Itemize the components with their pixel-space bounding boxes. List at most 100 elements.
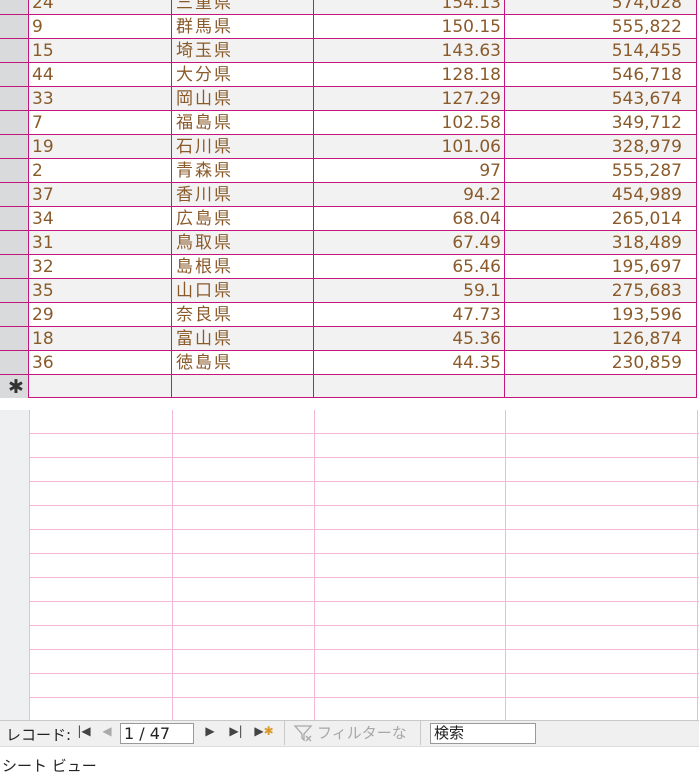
area-cell[interactable]: 150.15 xyxy=(314,15,505,38)
population-cell[interactable]: 193,596 xyxy=(505,303,697,326)
area-cell[interactable]: 45.36 xyxy=(314,327,505,350)
table-row[interactable]: 24 三重県 154.13 574,028 xyxy=(0,0,697,14)
previous-record-icon[interactable]: ◀ xyxy=(100,724,114,738)
search-input[interactable]: 検索 xyxy=(430,723,536,744)
new-population-cell[interactable] xyxy=(505,375,697,398)
id-cell[interactable]: 9 xyxy=(29,15,172,38)
id-cell[interactable]: 36 xyxy=(29,351,172,374)
population-cell[interactable]: 546,718 xyxy=(505,63,697,86)
id-cell[interactable]: 35 xyxy=(29,279,172,302)
table-row[interactable]: 34 広島県 68.04 265,014 xyxy=(0,206,697,230)
population-cell[interactable]: 454,989 xyxy=(505,183,697,206)
area-cell[interactable]: 127.29 xyxy=(314,87,505,110)
population-cell[interactable]: 555,822 xyxy=(505,15,697,38)
name-cell[interactable]: 徳島県 xyxy=(172,351,314,374)
record-selector[interactable] xyxy=(0,255,29,278)
name-cell[interactable]: 三重県 xyxy=(172,0,314,14)
record-selector[interactable] xyxy=(0,159,29,182)
population-cell[interactable]: 195,697 xyxy=(505,255,697,278)
population-cell[interactable]: 318,489 xyxy=(505,231,697,254)
record-selector[interactable] xyxy=(0,135,29,158)
population-cell[interactable]: 555,287 xyxy=(505,159,697,182)
name-cell[interactable]: 島根県 xyxy=(172,255,314,278)
next-record-icon[interactable]: ▶ xyxy=(203,724,217,738)
record-selector[interactable] xyxy=(0,279,29,302)
table-row[interactable]: 36 徳島県 44.35 230,859 xyxy=(0,350,697,374)
name-cell[interactable]: 福島県 xyxy=(172,111,314,134)
name-cell[interactable]: 石川県 xyxy=(172,135,314,158)
name-cell[interactable]: 香川県 xyxy=(172,183,314,206)
record-selector[interactable] xyxy=(0,207,29,230)
area-cell[interactable]: 128.18 xyxy=(314,63,505,86)
area-cell[interactable]: 65.46 xyxy=(314,255,505,278)
area-cell[interactable]: 67.49 xyxy=(314,231,505,254)
id-cell[interactable]: 44 xyxy=(29,63,172,86)
population-cell[interactable]: 275,683 xyxy=(505,279,697,302)
new-record-row[interactable]: ✱ xyxy=(0,374,697,398)
table-row[interactable]: 19 石川県 101.06 328,979 xyxy=(0,134,697,158)
current-record-input[interactable]: 1 / 47 xyxy=(120,723,194,744)
area-cell[interactable]: 101.06 xyxy=(314,135,505,158)
area-cell[interactable]: 68.04 xyxy=(314,207,505,230)
population-cell[interactable]: 514,455 xyxy=(505,39,697,62)
record-selector[interactable] xyxy=(0,327,29,350)
record-selector[interactable] xyxy=(0,0,29,14)
name-cell[interactable]: 大分県 xyxy=(172,63,314,86)
population-cell[interactable]: 126,874 xyxy=(505,327,697,350)
id-cell[interactable]: 18 xyxy=(29,327,172,350)
new-record-icon[interactable]: ▶✱ xyxy=(254,724,274,738)
area-cell[interactable]: 154.13 xyxy=(314,0,505,14)
population-cell[interactable]: 574,028 xyxy=(505,0,697,14)
record-selector[interactable] xyxy=(0,87,29,110)
id-cell[interactable]: 34 xyxy=(29,207,172,230)
id-cell[interactable]: 37 xyxy=(29,183,172,206)
name-cell[interactable]: 鳥取県 xyxy=(172,231,314,254)
id-cell[interactable]: 7 xyxy=(29,111,172,134)
table-row[interactable]: 15 埼玉県 143.63 514,455 xyxy=(0,38,697,62)
id-cell[interactable]: 33 xyxy=(29,87,172,110)
name-cell[interactable]: 群馬県 xyxy=(172,15,314,38)
id-cell[interactable]: 32 xyxy=(29,255,172,278)
new-record-selector[interactable]: ✱ xyxy=(0,375,29,398)
population-cell[interactable]: 543,674 xyxy=(505,87,697,110)
name-cell[interactable]: 広島県 xyxy=(172,207,314,230)
name-cell[interactable]: 富山県 xyxy=(172,327,314,350)
new-area-cell[interactable] xyxy=(314,375,505,398)
table-row[interactable]: 32 島根県 65.46 195,697 xyxy=(0,254,697,278)
area-cell[interactable]: 44.35 xyxy=(314,351,505,374)
table-row[interactable]: 44 大分県 128.18 546,718 xyxy=(0,62,697,86)
area-cell[interactable]: 59.1 xyxy=(314,279,505,302)
record-selector[interactable] xyxy=(0,111,29,134)
area-cell[interactable]: 47.73 xyxy=(314,303,505,326)
id-cell[interactable]: 24 xyxy=(29,0,172,14)
name-cell[interactable]: 青森県 xyxy=(172,159,314,182)
area-cell[interactable]: 94.2 xyxy=(314,183,505,206)
table-row[interactable]: 2 青森県 97 555,287 xyxy=(0,158,697,182)
table-row[interactable]: 7 福島県 102.58 349,712 xyxy=(0,110,697,134)
table-row[interactable]: 18 富山県 45.36 126,874 xyxy=(0,326,697,350)
area-cell[interactable]: 102.58 xyxy=(314,111,505,134)
id-cell[interactable]: 15 xyxy=(29,39,172,62)
record-selector[interactable] xyxy=(0,39,29,62)
population-cell[interactable]: 328,979 xyxy=(505,135,697,158)
population-cell[interactable]: 265,014 xyxy=(505,207,697,230)
population-cell[interactable]: 349,712 xyxy=(505,111,697,134)
population-cell[interactable]: 230,859 xyxy=(505,351,697,374)
name-cell[interactable]: 岡山県 xyxy=(172,87,314,110)
table-row[interactable]: 31 鳥取県 67.49 318,489 xyxy=(0,230,697,254)
name-cell[interactable]: 奈良県 xyxy=(172,303,314,326)
name-cell[interactable]: 山口県 xyxy=(172,279,314,302)
table-row[interactable]: 29 奈良県 47.73 193,596 xyxy=(0,302,697,326)
id-cell[interactable]: 2 xyxy=(29,159,172,182)
name-cell[interactable]: 埼玉県 xyxy=(172,39,314,62)
id-cell[interactable]: 19 xyxy=(29,135,172,158)
new-name-cell[interactable] xyxy=(172,375,314,398)
table-row[interactable]: 35 山口県 59.1 275,683 xyxy=(0,278,697,302)
table-row[interactable]: 9 群馬県 150.15 555,822 xyxy=(0,14,697,38)
area-cell[interactable]: 97 xyxy=(314,159,505,182)
record-selector[interactable] xyxy=(0,231,29,254)
first-record-icon[interactable]: |◀ xyxy=(77,724,91,738)
table-row[interactable]: 37 香川県 94.2 454,989 xyxy=(0,182,697,206)
id-cell[interactable]: 29 xyxy=(29,303,172,326)
filter-toggle-button[interactable]: フィルターなし xyxy=(284,721,421,766)
